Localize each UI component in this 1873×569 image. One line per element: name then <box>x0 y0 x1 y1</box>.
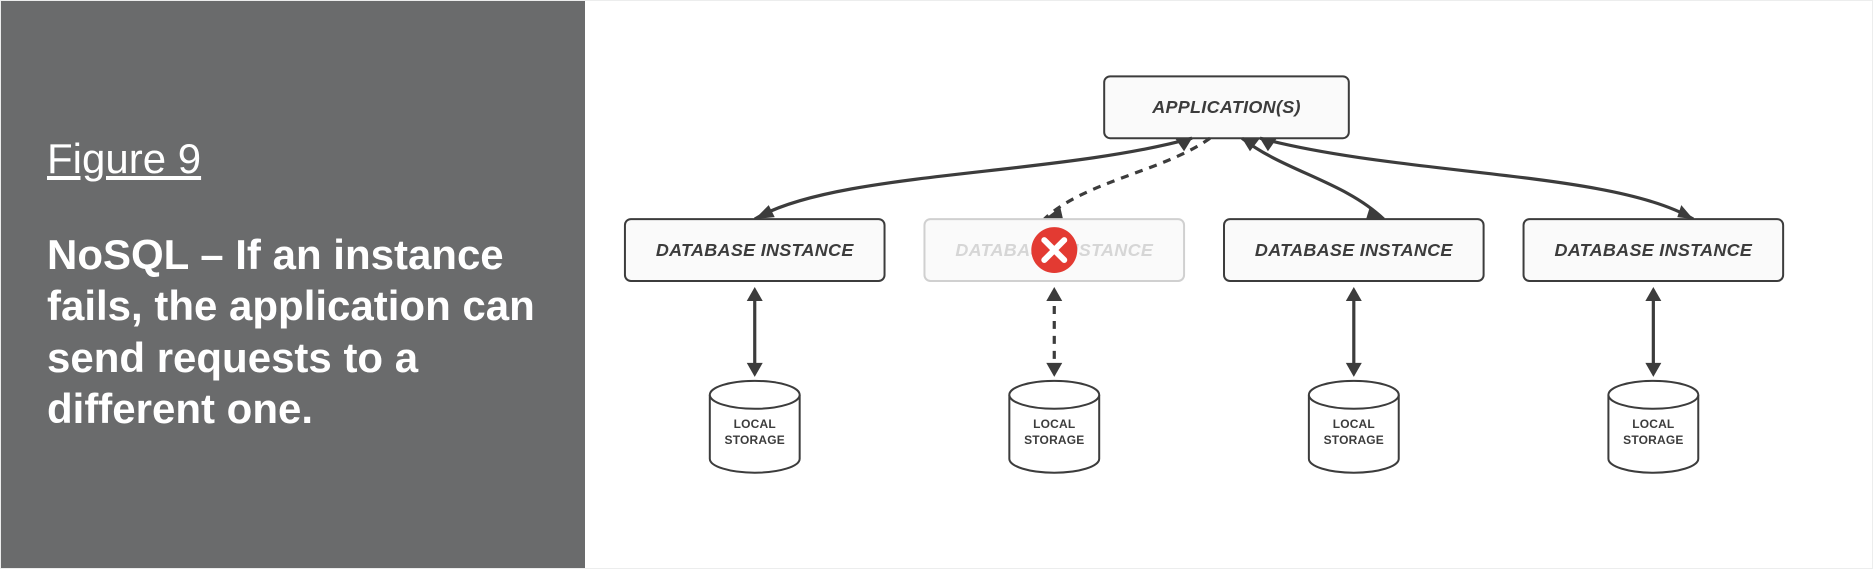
local-storage-cylinder-3: LOCAL STORAGE <box>1309 381 1399 473</box>
figure-info-panel: Figure 9 NoSQL – If an instance fails, t… <box>1 1 585 568</box>
figure-caption: NoSQL – If an instance fails, the applic… <box>47 229 539 434</box>
db-instance-label-1: DATABASE INSTANCE <box>656 240 854 260</box>
figure-frame: Figure 9 NoSQL – If an instance fails, t… <box>0 0 1873 569</box>
arrow-head-down-storage4 <box>1645 363 1661 377</box>
arrow-head-down-db1 <box>755 205 775 219</box>
local-storage-cylinder-4: LOCAL STORAGE <box>1608 381 1698 473</box>
arrow-head-up-storage4 <box>1645 287 1661 301</box>
arrow-head-down-db4 <box>1677 205 1693 219</box>
local-storage-label-3-line1: LOCAL <box>1333 417 1375 431</box>
db-instance-label-3: DATABASE INSTANCE <box>1255 240 1453 260</box>
local-storage-cylinder-2: LOCAL STORAGE <box>1009 381 1099 473</box>
local-storage-label-1-line2: STORAGE <box>725 433 785 447</box>
local-storage-label-2-line2: STORAGE <box>1024 433 1084 447</box>
local-storage-label-4-line2: STORAGE <box>1623 433 1683 447</box>
db-instance-label-4: DATABASE INSTANCE <box>1554 240 1752 260</box>
local-storage-label-1-line1: LOCAL <box>734 417 776 431</box>
arrow-head-up-db4 <box>1260 138 1277 151</box>
arrow-app-db1 <box>755 138 1192 219</box>
arrow-head-up-db1 <box>1175 138 1192 151</box>
local-storage-label-4-line1: LOCAL <box>1632 417 1674 431</box>
arrow-head-down-storage1 <box>747 363 763 377</box>
arrow-head-down-storage3 <box>1346 363 1362 377</box>
arrow-app-db4 <box>1260 138 1693 219</box>
local-storage-label-3-line2: STORAGE <box>1324 433 1384 447</box>
arrow-head-down-storage2 <box>1046 363 1062 377</box>
local-storage-label-2-line1: LOCAL <box>1033 417 1075 431</box>
arrow-head-up-storage2 <box>1046 287 1062 301</box>
arrow-app-db2-failed <box>1044 138 1210 219</box>
error-icon <box>1031 227 1077 273</box>
application-box-label: APPLICATION(S) <box>1151 97 1301 117</box>
local-storage-cylinder-1: LOCAL STORAGE <box>710 381 800 473</box>
arrow-head-up-storage1 <box>747 287 763 301</box>
diagram-panel: APPLICATION(S) DATABASE INSTANCE <box>585 1 1872 568</box>
arrow-head-up-storage3 <box>1346 287 1362 301</box>
figure-number-label: Figure 9 <box>47 135 539 183</box>
nosql-failover-diagram: APPLICATION(S) DATABASE INSTANCE <box>585 1 1872 568</box>
